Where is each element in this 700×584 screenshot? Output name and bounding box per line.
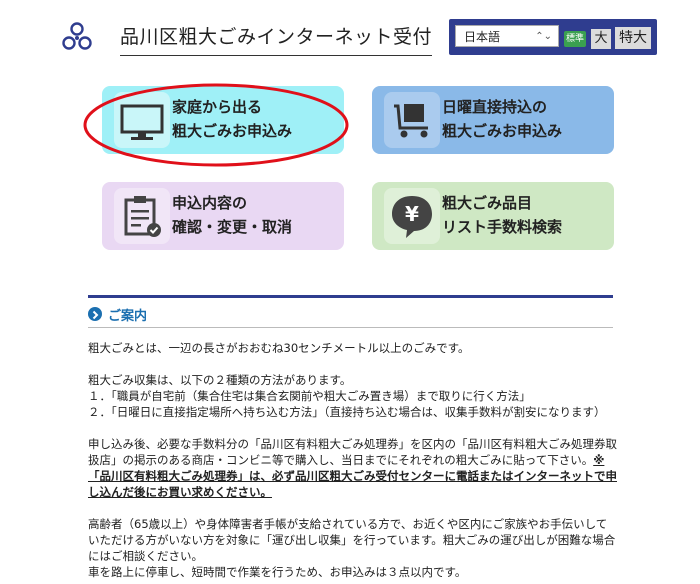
notice-p4: 高齢者（65歳以上）や身体障害者手帳が支給されている方で、お近くや区内にご家族や… xyxy=(88,517,616,563)
font-size-large-button[interactable]: 大 xyxy=(591,29,611,49)
monitor-icon xyxy=(114,92,170,148)
select-arrows-icon: ⌃⌄ xyxy=(535,31,552,42)
chevron-circle-icon xyxy=(88,307,102,321)
shinagawa-logo-icon xyxy=(62,22,92,50)
tile-line1: 日曜直接持込の xyxy=(442,98,548,116)
tile-line1: 申込内容の xyxy=(172,194,248,212)
notice-heading-text: ご案内 xyxy=(108,309,148,324)
notice-body: 粗大ごみとは、一辺の長さがおおむね30センチメートル以上のごみです。 粗大ごみ収… xyxy=(88,340,618,580)
notice-p2-item2: ２．「日曜日に直接指定場所へ持ち込む方法」（直接持ち込む場合は、収集手数料が割安… xyxy=(88,405,606,419)
font-size-xlarge-button[interactable]: 特大 xyxy=(615,27,651,49)
tile-line1: 家庭から出る xyxy=(172,98,263,116)
tile-sunday-drop-off[interactable]: 日曜直接持込の 粗大ごみお申込み xyxy=(372,86,614,154)
tile-line2: リスト手数料検索 xyxy=(442,218,563,236)
language-select-value: 日本語 xyxy=(464,30,501,44)
language-select[interactable]: 日本語 ⌃⌄ xyxy=(455,25,559,47)
yen-bubble-icon: ¥ xyxy=(384,188,440,244)
tile-confirm-change-cancel[interactable]: 申込内容の 確認・変更・取消 xyxy=(102,182,344,250)
tile-line2: 粗大ごみお申込み xyxy=(172,122,293,140)
language-size-panel: 日本語 ⌃⌄ 標準 大 特大 xyxy=(449,19,657,55)
notice-p5: 車を路上に停車し、短時間で作業を行うため、お申込みは３点以内です。 xyxy=(88,565,467,579)
font-size-standard-button[interactable]: 標準 xyxy=(564,31,586,47)
tile-item-list-fee-search[interactable]: ¥ 粗大ごみ品目 リスト手数料検索 xyxy=(372,182,614,250)
tile-line2: 粗大ごみお申込み xyxy=(442,122,563,140)
svg-text:¥: ¥ xyxy=(405,202,419,226)
tile-line1: 粗大ごみ品目 xyxy=(442,194,533,212)
cart-icon xyxy=(384,92,440,148)
notice-p2: 粗大ごみ収集は、以下の２種類の方法があります。 xyxy=(88,373,352,387)
notice-p3: 申し込み後、必要な手数料分の「品川区有料粗大ごみ処理券」を区内の「品川区有料粗大… xyxy=(88,436,618,500)
notice-p1: 粗大ごみとは、一辺の長さがおおむね30センチメートル以上のごみです。 xyxy=(88,341,470,355)
notice-underline xyxy=(88,327,613,328)
clipboard-icon xyxy=(114,188,170,244)
page-header: 品川区粗大ごみインターネット受付 日本語 ⌃⌄ 標準 大 特大 xyxy=(0,0,700,70)
title-underline xyxy=(120,55,432,56)
notice-p3-text: 申し込み後、必要な手数料分の「品川区有料粗大ごみ処理券」を区内の「品川区有料粗大… xyxy=(88,437,617,467)
tile-household-bulky-waste[interactable]: 家庭から出る 粗大ごみお申込み xyxy=(102,86,344,154)
notice-p2-item1: １．「職員が自宅前（集合住宅は集合玄関前や粗大ごみ置き場）まで取りに行く方法」 xyxy=(88,389,531,403)
tile-line2: 確認・変更・取消 xyxy=(172,218,293,236)
page-title: 品川区粗大ごみインターネット受付 xyxy=(120,26,433,48)
section-divider xyxy=(88,295,613,298)
